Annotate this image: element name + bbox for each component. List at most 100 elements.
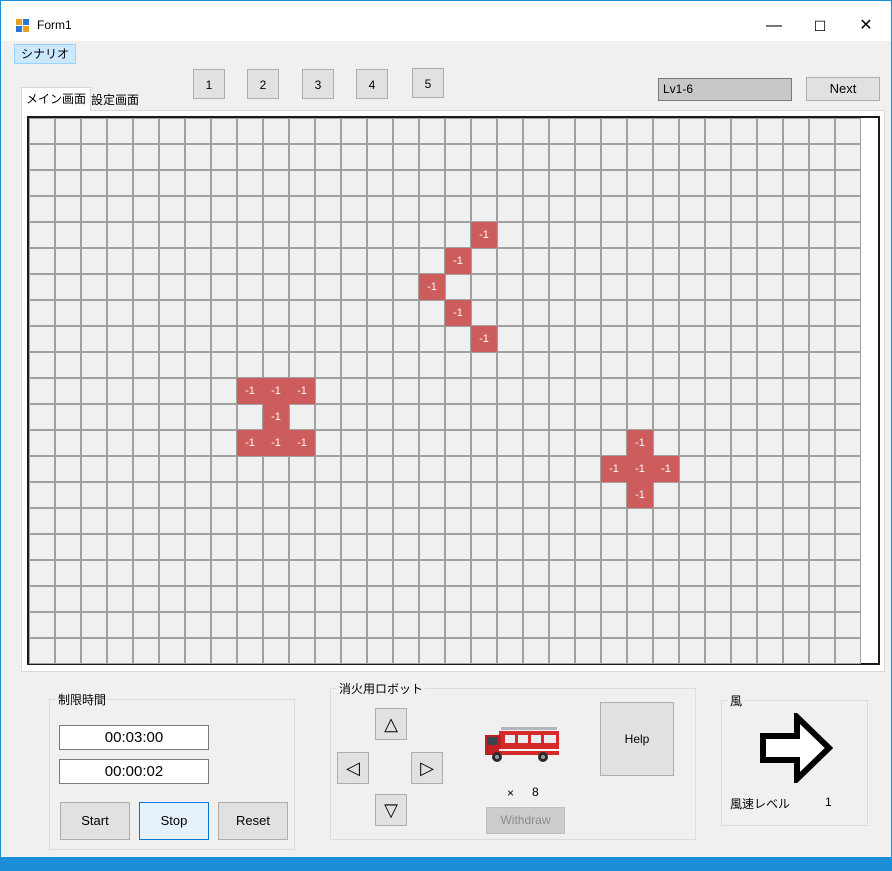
grid-cell[interactable] <box>341 196 367 222</box>
grid-cell[interactable] <box>653 638 679 664</box>
grid-cell[interactable] <box>81 612 107 638</box>
grid-cell[interactable] <box>471 170 497 196</box>
grid-cell[interactable] <box>679 430 705 456</box>
grid-cell[interactable] <box>575 482 601 508</box>
grid-cell[interactable] <box>601 352 627 378</box>
grid-cell[interactable] <box>523 482 549 508</box>
grid-cell[interactable] <box>107 144 133 170</box>
grid-cell[interactable] <box>601 222 627 248</box>
grid-cell[interactable] <box>237 586 263 612</box>
grid-cell[interactable] <box>237 222 263 248</box>
grid-cell[interactable] <box>133 300 159 326</box>
grid-cell[interactable] <box>341 248 367 274</box>
grid-cell[interactable] <box>653 430 679 456</box>
grid-cell[interactable] <box>81 560 107 586</box>
grid-cell[interactable] <box>523 326 549 352</box>
move-left-button[interactable]: ◁ <box>337 752 369 784</box>
grid-cell[interactable] <box>575 534 601 560</box>
grid-cell[interactable] <box>523 196 549 222</box>
grid-cell[interactable] <box>107 118 133 144</box>
grid-cell[interactable] <box>523 430 549 456</box>
grid-cell[interactable] <box>471 352 497 378</box>
grid-cell[interactable] <box>835 586 861 612</box>
grid-cell[interactable] <box>419 430 445 456</box>
grid-cell[interactable] <box>705 456 731 482</box>
grid-cell[interactable] <box>601 508 627 534</box>
grid-cell[interactable] <box>705 560 731 586</box>
grid-cell[interactable] <box>185 144 211 170</box>
grid-cell[interactable] <box>81 508 107 534</box>
number-button-1[interactable]: 1 <box>193 69 225 99</box>
grid-cell[interactable] <box>341 300 367 326</box>
grid-cell[interactable] <box>601 326 627 352</box>
grid-cell[interactable] <box>575 248 601 274</box>
grid-cell[interactable] <box>211 222 237 248</box>
grid-cell[interactable] <box>731 378 757 404</box>
grid-cell[interactable] <box>497 248 523 274</box>
grid-cell[interactable] <box>783 534 809 560</box>
grid-cell[interactable] <box>809 326 835 352</box>
grid-cell[interactable] <box>471 456 497 482</box>
help-button[interactable]: Help <box>600 702 674 776</box>
grid-cell[interactable] <box>133 404 159 430</box>
grid-cell[interactable] <box>731 456 757 482</box>
grid-cell[interactable] <box>575 378 601 404</box>
grid-cell[interactable] <box>263 274 289 300</box>
grid-cell[interactable] <box>445 612 471 638</box>
grid-cell[interactable] <box>341 404 367 430</box>
fire-cell[interactable]: -1 <box>263 378 289 404</box>
grid-cell[interactable] <box>471 118 497 144</box>
grid-cell[interactable] <box>471 378 497 404</box>
grid-cell[interactable] <box>627 508 653 534</box>
grid-cell[interactable] <box>107 404 133 430</box>
grid-cell[interactable] <box>185 612 211 638</box>
grid-cell[interactable] <box>497 144 523 170</box>
grid-cell[interactable] <box>81 170 107 196</box>
grid-cell[interactable] <box>133 482 159 508</box>
grid-cell[interactable] <box>185 170 211 196</box>
fire-cell[interactable]: -1 <box>263 430 289 456</box>
grid-cell[interactable] <box>471 404 497 430</box>
grid-cell[interactable] <box>393 222 419 248</box>
grid-cell[interactable] <box>549 404 575 430</box>
grid-cell[interactable] <box>159 144 185 170</box>
grid-cell[interactable] <box>809 274 835 300</box>
grid-cell[interactable] <box>367 326 393 352</box>
grid-cell[interactable] <box>757 248 783 274</box>
grid-cell[interactable] <box>679 612 705 638</box>
grid-cell[interactable] <box>263 248 289 274</box>
grid-cell[interactable] <box>705 352 731 378</box>
grid-cell[interactable] <box>159 560 185 586</box>
grid-cell[interactable] <box>653 586 679 612</box>
grid-cell[interactable] <box>133 118 159 144</box>
fire-cell[interactable]: -1 <box>289 378 315 404</box>
move-down-button[interactable]: ▽ <box>375 794 407 826</box>
grid-cell[interactable] <box>731 430 757 456</box>
grid-cell[interactable] <box>419 300 445 326</box>
grid-cell[interactable] <box>315 170 341 196</box>
grid-cell[interactable] <box>705 144 731 170</box>
grid-cell[interactable] <box>757 482 783 508</box>
grid-cell[interactable] <box>315 144 341 170</box>
grid-cell[interactable] <box>549 560 575 586</box>
next-button[interactable]: Next <box>806 77 880 101</box>
grid-cell[interactable] <box>445 274 471 300</box>
grid-cell[interactable] <box>809 300 835 326</box>
fire-cell[interactable]: -1 <box>419 274 445 300</box>
grid-cell[interactable] <box>237 326 263 352</box>
grid-cell[interactable] <box>211 612 237 638</box>
grid-cell[interactable] <box>653 404 679 430</box>
grid-cell[interactable] <box>107 170 133 196</box>
grid-cell[interactable] <box>159 482 185 508</box>
grid-cell[interactable] <box>835 352 861 378</box>
grid-cell[interactable] <box>263 508 289 534</box>
grid-cell[interactable] <box>497 430 523 456</box>
grid-cell[interactable] <box>445 118 471 144</box>
grid-cell[interactable] <box>757 144 783 170</box>
grid-cell[interactable] <box>705 586 731 612</box>
fire-cell[interactable]: -1 <box>263 404 289 430</box>
grid-cell[interactable] <box>107 586 133 612</box>
grid-cell[interactable] <box>393 118 419 144</box>
grid-cell[interactable] <box>705 118 731 144</box>
grid-cell[interactable] <box>679 378 705 404</box>
